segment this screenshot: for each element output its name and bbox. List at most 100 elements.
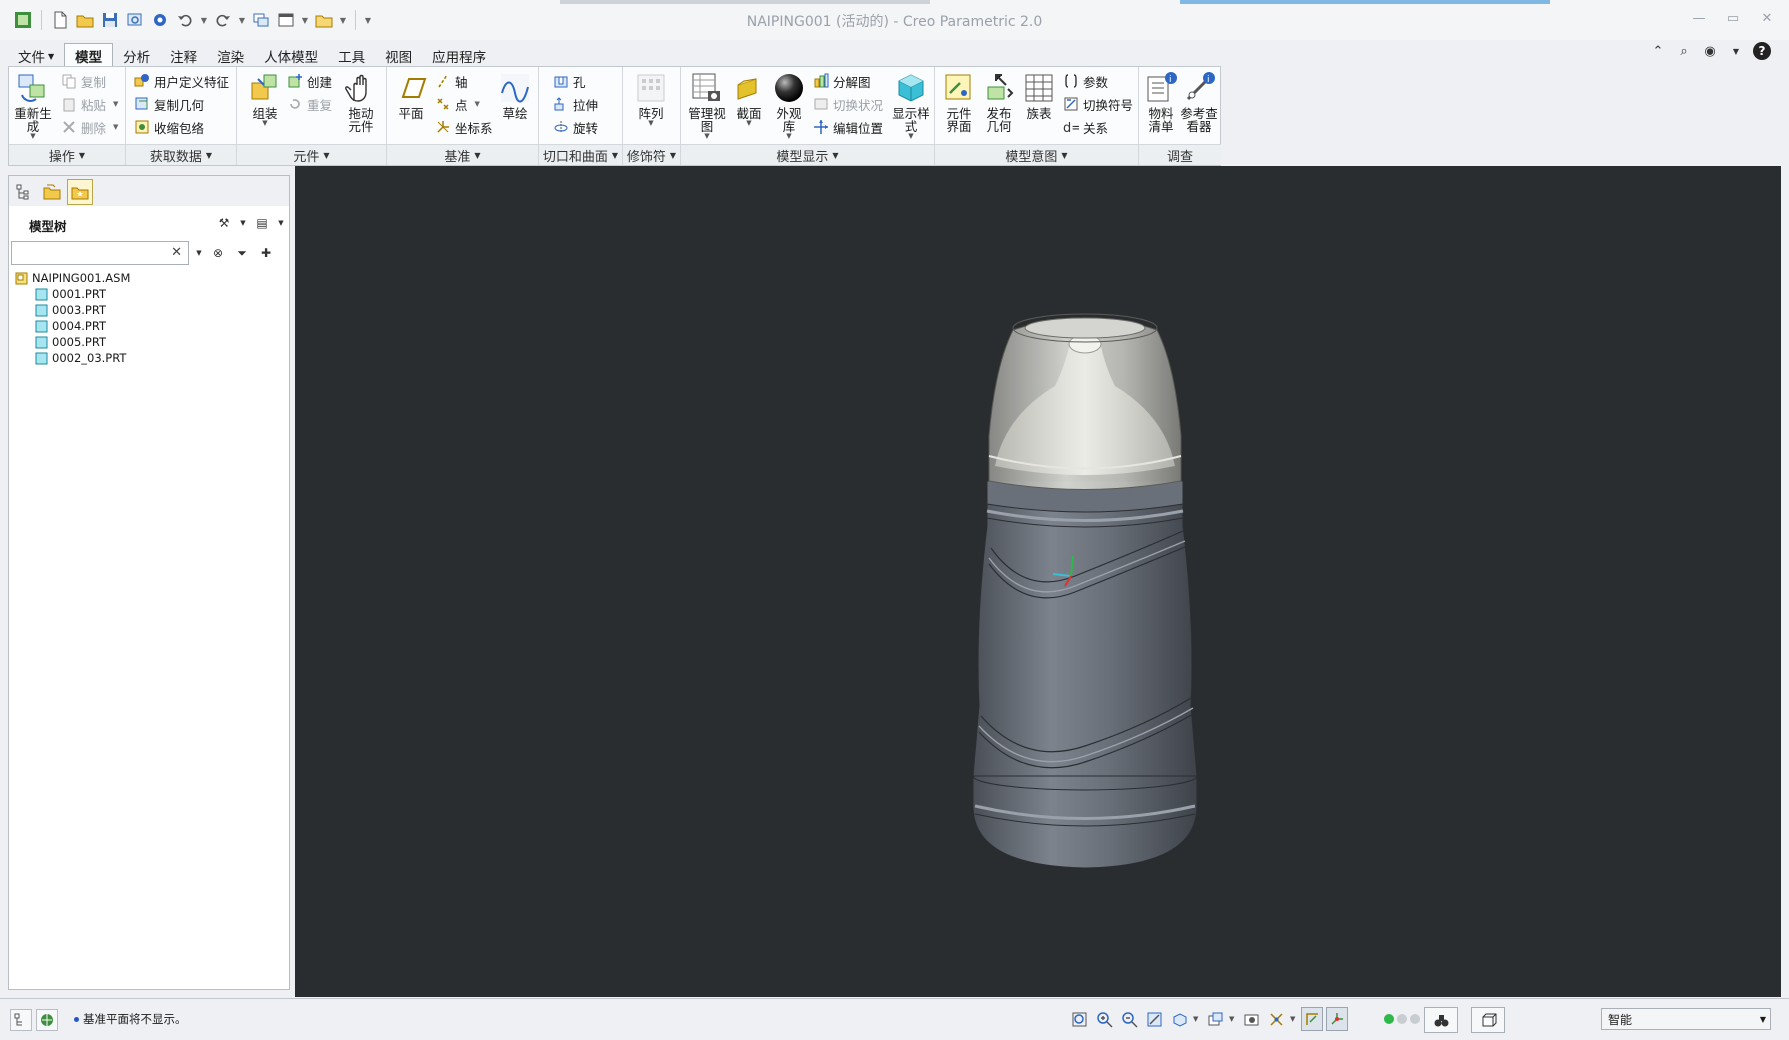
favorites-tab-icon[interactable] [67,179,93,205]
find-binoculars-icon[interactable]: ⊗ [209,244,227,262]
maximize-icon[interactable]: ▭ [1723,8,1743,28]
family-table-button[interactable]: 族表 [1017,71,1061,143]
component-interface-button[interactable]: 元件界面 [937,71,981,143]
group-label-operations[interactable]: 操作 ▼ [9,144,125,165]
edit-position-button[interactable]: 编辑位置 [813,116,883,138]
undo-icon[interactable] [174,9,196,31]
tab-annotate[interactable]: 注释 [160,45,207,67]
regenerate-button[interactable]: 重新生成 ▼ [11,71,55,143]
find-button[interactable] [1424,1007,1458,1033]
close-icon[interactable]: ✕ [1757,8,1777,28]
group-label-component[interactable]: 元件 ▼ [237,144,386,165]
redo-dropdown-icon[interactable]: ▼ [237,9,247,31]
view-manager-icon[interactable] [1204,1007,1226,1031]
revolve-button[interactable]: 旋转 [553,116,598,138]
tab-file[interactable]: 文件 ▼ [8,45,64,67]
tree-search-input[interactable] [12,242,162,264]
model-tree-tab-icon[interactable] [11,179,37,205]
paste-button[interactable]: 粘贴 ▼ [61,93,118,115]
regenerate-icon[interactable] [124,9,146,31]
close-window-icon[interactable] [275,9,297,31]
chevron-down-icon[interactable]: ▼ [195,244,203,262]
graphics-viewport[interactable] [295,166,1781,997]
csys-button[interactable]: 坐标系 [435,116,493,138]
save-icon[interactable] [99,9,121,31]
redo-icon[interactable] [212,9,234,31]
undo-dropdown-icon[interactable]: ▼ [199,9,209,31]
help-icon[interactable]: ? [1753,42,1771,60]
settings-icon[interactable] [149,9,171,31]
zoom-in-icon[interactable] [1093,1007,1115,1031]
tree-node-part[interactable]: 0002_03.PRT [15,350,130,366]
udf-button[interactable]: 用户定义特征 [134,70,229,92]
perspective-icon[interactable] [1240,1007,1262,1031]
copy-button[interactable]: 复制 [61,70,106,92]
browser-toggle-icon[interactable] [36,1009,58,1031]
chevron-down-icon[interactable]: ▼ [239,214,247,232]
axis-button[interactable]: 轴 [435,70,468,92]
appearance-gallery-button[interactable]: 外观库 ▼ [767,71,811,143]
repeat-button[interactable]: 重复 [287,93,332,115]
refit-icon[interactable] [1068,1007,1090,1031]
manage-views-button[interactable]: 管理视图 ▼ [685,71,729,143]
plane-button[interactable]: 平面 [389,71,433,143]
tab-model[interactable]: 模型 [64,43,114,67]
tree-node-part[interactable]: 0003.PRT [15,302,130,318]
shrinkwrap-button[interactable]: 收缩包络 [134,116,204,138]
datum-display-icon[interactable] [1265,1007,1287,1031]
tree-node-assembly[interactable]: NAIPING001.ASM [15,270,130,286]
navigator-toggle-icon[interactable] [10,1009,32,1031]
customize-icon[interactable]: ▼ [363,9,373,31]
folder-browser-tab-icon[interactable] [39,179,65,205]
new-icon[interactable] [49,9,71,31]
group-label-model-display[interactable]: 模型显示 ▼ [681,144,934,165]
spin-center-icon[interactable] [1326,1007,1348,1031]
display-style-button[interactable]: 显示样式 ▼ [889,71,933,143]
toggle-symbol-button[interactable]: 切换符号 [1063,93,1133,115]
tree-node-part[interactable]: 0001.PRT [15,286,130,302]
app-icon[interactable] [12,9,34,31]
extrude-button[interactable]: 拉伸 [553,93,598,115]
group-label-get-data[interactable]: 获取数据 ▼ [126,144,236,165]
tree-node-part[interactable]: 0004.PRT [15,318,130,334]
delete-button[interactable]: 删除 ▼ [61,116,118,138]
group-label-datum[interactable]: 基准 ▼ [387,144,538,165]
chevron-down-icon[interactable]: ▼ [1727,42,1745,60]
hole-button[interactable]: 孔 [553,70,586,92]
explode-view-button[interactable]: 分解图 [813,70,871,92]
pattern-button[interactable]: 阵列 ▼ [629,71,673,143]
parameters-button[interactable]: 参数 [1063,70,1108,92]
group-label-model-intent[interactable]: 模型意图 ▼ [935,144,1138,165]
windows-icon[interactable] [250,9,272,31]
tab-tools[interactable]: 工具 [328,45,375,67]
chevron-down-icon[interactable]: ▼ [1229,1015,1237,1023]
baby-bottle-model[interactable] [965,306,1205,906]
saved-orientations-icon[interactable] [1168,1007,1190,1031]
chevron-down-icon[interactable]: ▼ [1193,1015,1201,1023]
create-button[interactable]: 创建 [287,70,332,92]
relations-button[interactable]: d= 关系 [1063,116,1108,138]
open-icon[interactable] [74,9,96,31]
drag-component-button[interactable]: 拖动元件 [339,71,383,143]
tree-node-part[interactable]: 0005.PRT [15,334,130,350]
tab-analysis[interactable]: 分析 [113,45,160,67]
minimize-icon[interactable]: — [1689,8,1709,28]
tab-view[interactable]: 视图 [375,45,422,67]
publish-geometry-button[interactable]: 发布几何 [977,71,1021,143]
group-label-cut-surface[interactable]: 切口和曲面 ▼ [539,144,622,165]
tree-settings-icon[interactable]: ⚒ [215,214,233,232]
collapse-ribbon-icon[interactable]: ⌃ [1649,42,1667,60]
chevron-down-icon[interactable]: ▼ [277,214,285,232]
group-label-modifiers[interactable]: 修饰符 ▼ [623,144,680,165]
community-icon[interactable]: ◉ [1701,42,1719,60]
clear-search-icon[interactable]: ✕ [171,245,182,260]
tab-render[interactable]: 渲染 [207,45,254,67]
select-box-button[interactable] [1471,1007,1505,1033]
tab-manikin[interactable]: 人体模型 [254,45,328,67]
annotation-display-icon[interactable] [1301,1007,1323,1031]
chevron-down-icon[interactable]: ▼ [1290,1015,1298,1023]
selection-filter-select[interactable]: 智能 ▼ [1601,1008,1771,1030]
folder-icon[interactable] [313,9,335,31]
search-icon[interactable]: ⌕ [1675,42,1693,60]
repaint-icon[interactable] [1143,1007,1165,1031]
